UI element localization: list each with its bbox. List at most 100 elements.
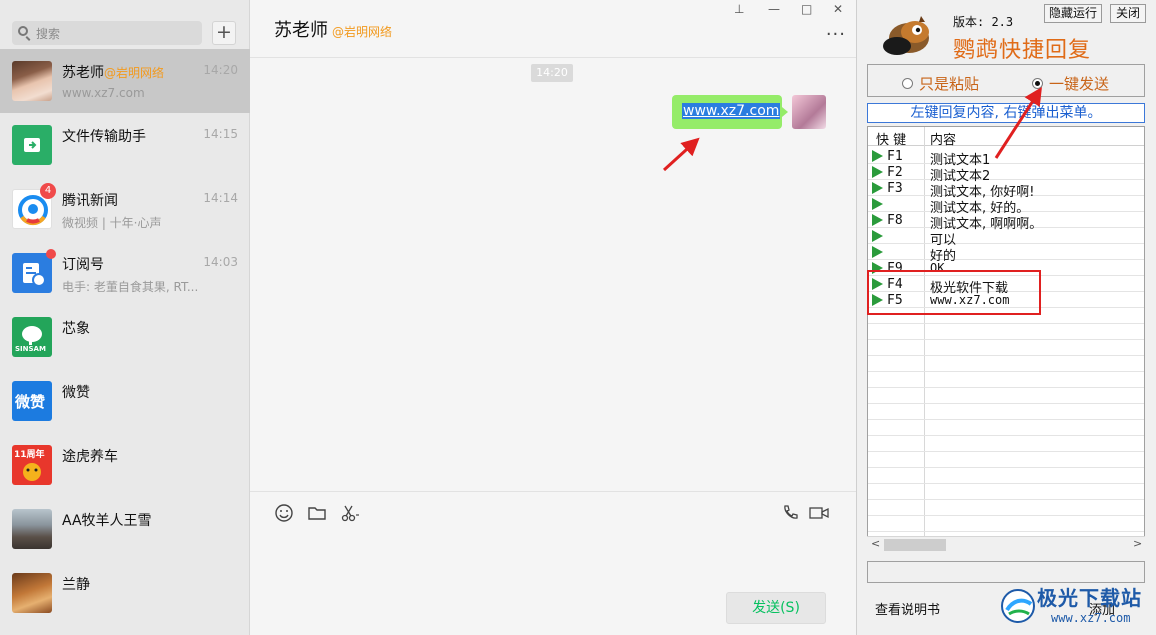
shortcut-table: 快 键 内容 F1 测试文本1 F2 测试文本2 F3 测试文本, 你好啊! 测试文本… xyxy=(867,126,1145,553)
send-mode-group: 只是粘贴 一键发送 xyxy=(867,64,1145,97)
chat-window: 苏老师 @岩明网络 ⊥ — □ ✕ ··· 14:20 www.xz7.com 发… xyxy=(250,0,856,635)
chat-item-preview: 电手: 老董自食其果, RT... xyxy=(62,280,199,294)
scroll-right-icon[interactable]: > xyxy=(1133,537,1142,550)
chat-item-time: 14:15 xyxy=(203,127,238,141)
maximize-icon[interactable]: □ xyxy=(801,2,812,16)
play-arrow-icon xyxy=(872,214,883,226)
table-row xyxy=(868,436,1144,452)
scroll-left-icon[interactable]: < xyxy=(871,537,880,550)
avatar xyxy=(12,509,52,549)
message-bubble[interactable]: www.xz7.com xyxy=(672,95,788,129)
chat-item-name: 订阅号 xyxy=(62,257,104,273)
chat-item-su-laoshi[interactable]: 苏老师@岩明网络 14:20 www.xz7.com xyxy=(0,49,250,113)
table-row xyxy=(868,500,1144,516)
table-row[interactable]: F1 测试文本1 xyxy=(868,148,1144,168)
table-row xyxy=(868,484,1144,500)
table-row[interactable]: 测试文本, 好的。 xyxy=(868,196,1144,216)
table-row xyxy=(868,404,1144,420)
table-row xyxy=(868,324,1144,340)
version-label: 版本: 2.3 xyxy=(953,15,1014,29)
chat-header: 苏老师 @岩明网络 ⊥ — □ ✕ ··· xyxy=(250,0,856,58)
minimize-icon[interactable]: — xyxy=(768,2,780,16)
subscription-icon xyxy=(12,253,52,293)
chat-item-time: 14:20 xyxy=(203,63,238,77)
chat-title-tag: @岩明网络 xyxy=(332,25,393,39)
app-title: 鹦鹉快捷回复 xyxy=(953,38,1092,63)
xinxiang-logo: SINSAM xyxy=(12,317,52,357)
column-key-header[interactable]: 快 键 xyxy=(876,129,906,148)
chat-item-lanjing[interactable]: 兰静 xyxy=(0,561,250,625)
horizontal-scrollbar[interactable]: < > xyxy=(867,536,1145,553)
table-row[interactable]: F2 测试文本2 xyxy=(868,164,1144,184)
table-row[interactable]: F3 测试文本, 你好啊! xyxy=(868,180,1144,200)
table-row[interactable]: 可以 xyxy=(868,228,1144,248)
pin-icon[interactable]: ⊥ xyxy=(734,2,744,16)
avatar xyxy=(12,573,52,613)
radio-send-label: 一键发送 xyxy=(1049,75,1110,93)
more-options-icon[interactable]: ··· xyxy=(826,24,846,45)
chat-item-tag: @岩明网络 xyxy=(104,66,165,80)
radio-paste-label: 只是粘贴 xyxy=(919,75,980,93)
chat-item-subscriptions[interactable]: 订阅号 14:03 电手: 老董自食其果, RT... xyxy=(0,241,250,305)
radio-paste-only[interactable]: 只是粘贴 xyxy=(902,73,979,94)
chat-item-aa-wangxue[interactable]: AA牧羊人王雪 xyxy=(0,497,250,561)
usage-hint: 左键回复内容, 右键弹出菜单。 xyxy=(867,103,1145,123)
message-time: 14:20 xyxy=(531,64,573,82)
search-icon xyxy=(18,26,28,36)
message-link[interactable]: www.xz7.com xyxy=(682,103,781,119)
table-row xyxy=(868,468,1144,484)
table-row xyxy=(868,372,1144,388)
file-transfer-icon xyxy=(12,125,52,165)
tuhu-logo: 11周年 xyxy=(12,445,52,485)
chat-item-preview: 微视频 | 十年·心声 xyxy=(62,216,162,230)
chat-item-xinxiang[interactable]: SINSAM 芯象 xyxy=(0,305,250,369)
folder-icon[interactable] xyxy=(307,503,327,523)
chat-item-weizan[interactable]: 微赞 微赞 xyxy=(0,369,250,433)
play-arrow-icon xyxy=(872,230,883,242)
unread-dot xyxy=(46,249,56,259)
chat-item-time: 14:03 xyxy=(203,255,238,269)
search-box[interactable]: 搜索 xyxy=(12,21,202,45)
column-content-header[interactable]: 内容 xyxy=(930,129,956,148)
table-row xyxy=(868,388,1144,404)
play-arrow-icon xyxy=(872,198,883,210)
chat-item-name: 腾讯新闻 xyxy=(62,193,118,209)
weizan-logo-text: 微赞 xyxy=(15,393,46,411)
radio-icon xyxy=(902,78,913,89)
radio-one-click-send[interactable]: 一键发送 xyxy=(1032,73,1109,94)
close-icon[interactable]: ✕ xyxy=(833,2,843,16)
voice-call-icon[interactable] xyxy=(780,503,800,523)
chat-list-panel: 搜索 + 苏老师@岩明网络 14:20 www.xz7.com 文件传输助手 1… xyxy=(0,0,250,635)
chat-title: 苏老师 xyxy=(274,20,328,41)
table-row[interactable]: F8 测试文本, 啊啊啊。 xyxy=(868,212,1144,232)
chat-item-name: 兰静 xyxy=(62,577,90,593)
table-row[interactable]: 好的 xyxy=(868,244,1144,264)
send-button[interactable]: 发送(S) xyxy=(726,592,826,624)
row-key: F2 xyxy=(887,165,903,180)
parrot-logo xyxy=(877,10,935,58)
xinxiang-logo-text: SINSAM xyxy=(15,345,46,353)
my-avatar[interactable] xyxy=(792,95,826,129)
close-button[interactable]: 关闭 xyxy=(1110,4,1146,23)
input-divider xyxy=(250,491,856,492)
chat-item-file-transfer[interactable]: 文件传输助手 14:15 xyxy=(0,113,250,177)
chat-item-preview: www.xz7.com xyxy=(62,86,145,100)
highlight-box xyxy=(867,270,1041,315)
view-manual-button[interactable]: 查看说明书 xyxy=(875,599,940,618)
table-row xyxy=(868,452,1144,468)
hide-run-button[interactable]: 隐藏运行 xyxy=(1044,4,1102,23)
radio-selected-icon xyxy=(1032,78,1043,89)
add-button[interactable]: + xyxy=(212,21,236,45)
emoji-icon[interactable] xyxy=(274,503,294,523)
screenshot-scissors-icon[interactable] xyxy=(340,503,360,523)
search-placeholder: 搜索 xyxy=(36,27,61,41)
chat-item-time: 14:14 xyxy=(203,191,238,205)
watermark-title: 极光下载站 xyxy=(1037,586,1142,610)
video-call-icon[interactable] xyxy=(808,503,830,523)
scroll-thumb[interactable] xyxy=(884,539,946,551)
chat-item-tencent-news[interactable]: 4 腾讯新闻 14:14 微视频 | 十年·心声 xyxy=(0,177,250,241)
chat-item-tuhu[interactable]: 11周年 途虎养车 xyxy=(0,433,250,497)
chat-item-name: 微赞 xyxy=(62,385,90,401)
row-key: F1 xyxy=(887,149,903,164)
table-row xyxy=(868,340,1144,356)
